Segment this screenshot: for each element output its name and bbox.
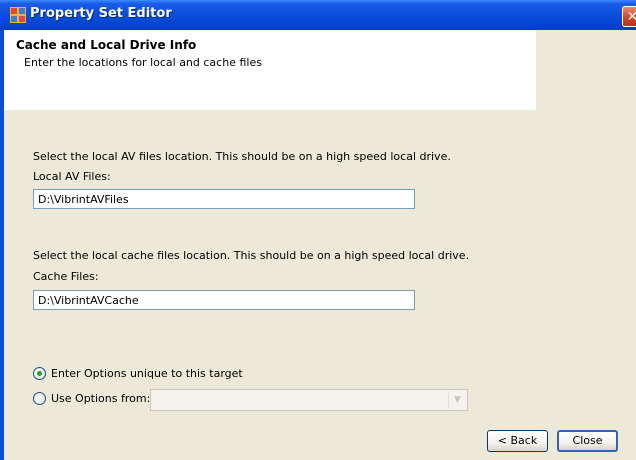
cache-description: Select the local cache files location. T… bbox=[33, 249, 470, 262]
use-options-from-radio[interactable] bbox=[33, 392, 46, 405]
property-set-editor-window: Property Set Editor ✕ Cache and Local Dr… bbox=[0, 0, 636, 460]
chevron-down-icon[interactable]: ▼ bbox=[448, 391, 466, 409]
use-options-from-label[interactable]: Use Options from: bbox=[51, 392, 150, 405]
local-av-description: Select the local AV files location. This… bbox=[33, 150, 451, 163]
property-set-editor-icon bbox=[10, 7, 26, 23]
options-unique-label[interactable]: Enter Options unique to this target bbox=[51, 367, 243, 380]
local-av-label: Local AV Files: bbox=[33, 170, 111, 183]
title-bar[interactable]: Property Set Editor ✕ bbox=[0, 0, 636, 30]
close-button[interactable]: Close bbox=[557, 430, 618, 452]
local-av-files-input[interactable]: D:\VibrintAVFiles bbox=[33, 189, 415, 209]
cache-files-input[interactable]: D:\VibrintAVCache bbox=[33, 290, 415, 310]
options-unique-radio[interactable] bbox=[33, 367, 46, 380]
window-title: Property Set Editor bbox=[30, 6, 172, 21]
use-options-from-select[interactable]: ▼ bbox=[150, 389, 468, 411]
close-icon[interactable]: ✕ bbox=[622, 6, 636, 27]
page-subtitle: Enter the locations for local and cache … bbox=[24, 56, 262, 69]
back-button[interactable]: < Back bbox=[487, 430, 548, 452]
radio-selected-dot bbox=[37, 371, 42, 376]
page-title: Cache and Local Drive Info bbox=[16, 38, 197, 52]
cache-files-label: Cache Files: bbox=[33, 270, 99, 283]
